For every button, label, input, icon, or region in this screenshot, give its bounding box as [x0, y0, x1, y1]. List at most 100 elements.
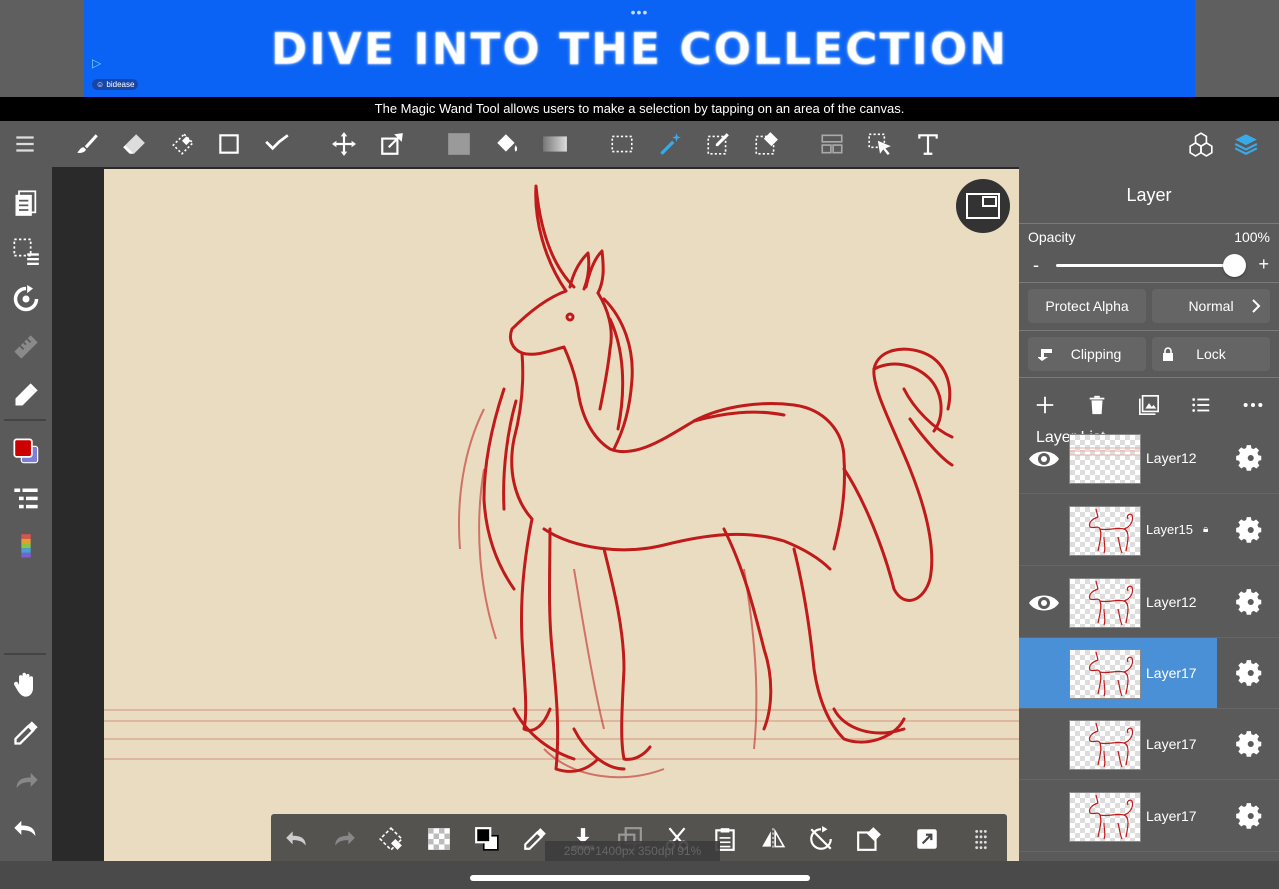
hand-icon[interactable]: [10, 669, 42, 701]
lock-icon: [1163, 347, 1173, 361]
transparent-icon[interactable]: [423, 823, 455, 855]
visibility-toggle[interactable]: [1027, 731, 1061, 759]
gear-icon[interactable]: [1235, 516, 1263, 544]
ad-choices-icon[interactable]: ▷: [92, 56, 101, 70]
layer-name: Layer17: [1146, 808, 1197, 824]
home-indicator[interactable]: [470, 875, 810, 881]
rotate-icon[interactable]: [10, 283, 42, 315]
visibility-toggle[interactable]: [1027, 803, 1061, 831]
clipping-button[interactable]: Clipping: [1028, 337, 1146, 371]
eye-icon: [1027, 595, 1061, 621]
opacity-slider-track[interactable]: [1056, 264, 1236, 267]
polyline-icon[interactable]: [260, 127, 294, 161]
layer-thumbnail: [1069, 720, 1141, 770]
redo-icon[interactable]: [328, 823, 360, 855]
eyedropper-icon[interactable]: [10, 717, 42, 749]
rotate-off-icon[interactable]: [805, 823, 837, 855]
visibility-toggle[interactable]: [1027, 589, 1061, 617]
gear-icon[interactable]: [1235, 444, 1263, 472]
magic-wand-icon[interactable]: [653, 127, 687, 161]
undo-icon[interactable]: [10, 813, 42, 845]
fullscreen-icon[interactable]: [911, 823, 943, 855]
grid-icon[interactable]: [965, 823, 997, 855]
protect-alpha-button[interactable]: Protect Alpha: [1028, 289, 1146, 323]
opacity-label: Opacity: [1028, 229, 1076, 245]
lock-label: Lock: [1196, 346, 1226, 362]
fill-color-icon[interactable]: [442, 127, 476, 161]
select-rect-icon[interactable]: [605, 127, 639, 161]
gear-icon[interactable]: [1235, 588, 1263, 616]
layout-icon[interactable]: [815, 127, 849, 161]
lock-button[interactable]: Lock: [1152, 337, 1270, 371]
ad-dots[interactable]: •••: [84, 4, 1195, 20]
row-divider: [1019, 779, 1279, 780]
left-toolbar-divider: [4, 653, 46, 655]
layer-name: Layer17: [1146, 736, 1197, 752]
select-pen-icon[interactable]: [701, 127, 735, 161]
flip-icon[interactable]: [757, 823, 789, 855]
selection-icon[interactable]: [10, 235, 42, 267]
pages-icon[interactable]: [10, 187, 42, 219]
layer-thumbnail: [1069, 434, 1141, 484]
layer-menu-list-icon[interactable]: [1187, 391, 1215, 419]
clear-icon[interactable]: [853, 823, 885, 855]
layer-image-icon[interactable]: [1135, 391, 1163, 419]
select-eraser-icon[interactable]: [749, 127, 783, 161]
layer-row[interactable]: Layer12: [1019, 423, 1279, 494]
visibility-toggle[interactable]: [1027, 445, 1061, 473]
layer-row[interactable]: Layer12: [1019, 567, 1279, 638]
layers-icon[interactable]: [1229, 127, 1263, 161]
blend-mode-button[interactable]: Normal: [1152, 289, 1270, 323]
opacity-value: 100%: [1234, 229, 1270, 245]
pen-icon[interactable]: [10, 379, 42, 411]
visibility-toggle[interactable]: [1027, 517, 1061, 545]
left-toolbar: [0, 167, 52, 861]
gear-icon[interactable]: [1235, 730, 1263, 758]
opacity-decrease-button[interactable]: -: [1033, 255, 1039, 276]
opacity-slider-knob[interactable]: [1223, 254, 1246, 277]
transform-icon[interactable]: [375, 127, 409, 161]
layer-row[interactable]: Layer17: [1019, 781, 1279, 852]
color-swatch-icon[interactable]: [10, 435, 42, 467]
divider: [1019, 223, 1279, 224]
brush-icon[interactable]: [70, 127, 104, 161]
layer-list-icon[interactable]: [10, 483, 42, 515]
eraser-icon[interactable]: [117, 127, 151, 161]
menu-icon[interactable]: [8, 127, 42, 161]
swap-color-icon[interactable]: [471, 823, 503, 855]
undo-icon[interactable]: [281, 823, 313, 855]
ad-headline[interactable]: DIVE INTO THE COLLECTION: [84, 24, 1195, 75]
materials-icon[interactable]: [1184, 127, 1218, 161]
gear-icon[interactable]: [1235, 802, 1263, 830]
palette-icon[interactable]: [10, 531, 42, 563]
text-icon[interactable]: [911, 127, 945, 161]
select-layer-icon[interactable]: [863, 127, 897, 161]
layer-row[interactable]: Layer17: [1019, 638, 1279, 709]
visibility-toggle[interactable]: [1027, 660, 1061, 688]
app-root: ••• DIVE INTO THE COLLECTION ▷ ☺ bidease…: [0, 0, 1279, 889]
layer-row[interactable]: Layer17: [1019, 709, 1279, 780]
layer-row[interactable]: Layer15 🔒︎: [1019, 495, 1279, 566]
opacity-increase-button[interactable]: +: [1258, 254, 1269, 275]
blur-eraser-icon[interactable]: [165, 127, 199, 161]
move-icon[interactable]: [327, 127, 361, 161]
tool-tip-bar: The Magic Wand Tool allows users to make…: [0, 97, 1279, 121]
eye-icon: [1027, 451, 1061, 477]
add-layer-icon[interactable]: [1031, 391, 1059, 419]
drawing-canvas[interactable]: [104, 169, 1019, 861]
navigator-button[interactable]: [956, 179, 1010, 233]
ad-banner[interactable]: ••• DIVE INTO THE COLLECTION ▷ ☺ bidease: [84, 0, 1195, 97]
clipping-icon: [1038, 349, 1052, 361]
layer-name: Layer17: [1146, 665, 1197, 681]
transform-select-icon[interactable]: [375, 823, 407, 855]
bucket-icon[interactable]: [490, 127, 524, 161]
redo-icon[interactable]: [10, 765, 42, 797]
navigator-icon: [966, 193, 1000, 219]
trash-icon[interactable]: [1083, 391, 1111, 419]
gear-icon[interactable]: [1235, 659, 1263, 687]
ruler-icon[interactable]: [10, 331, 42, 363]
layer-name: Layer12: [1146, 450, 1197, 466]
rectangle-icon[interactable]: [212, 127, 246, 161]
more-options-icon[interactable]: [1239, 391, 1267, 419]
gradient-icon[interactable]: [538, 127, 572, 161]
